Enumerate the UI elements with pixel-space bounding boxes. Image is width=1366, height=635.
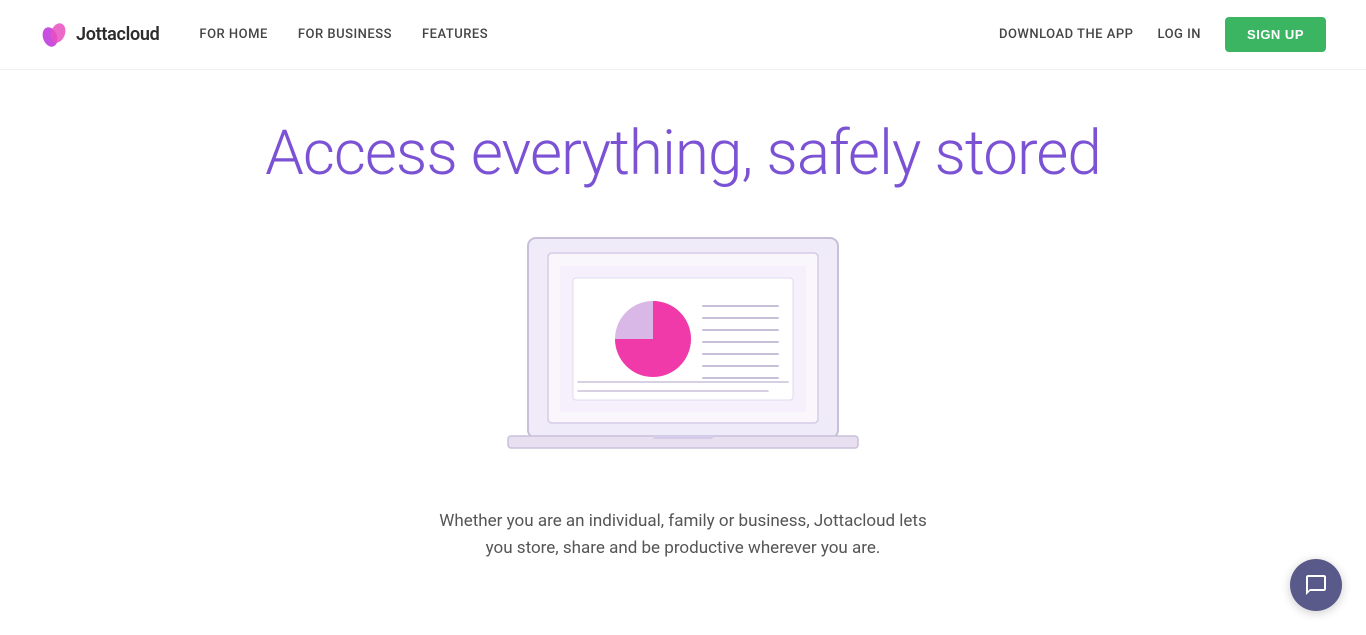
laptop-svg <box>498 228 868 468</box>
hero-subtext-line1: Whether you are an individual, family or… <box>439 511 926 531</box>
hero-subtext: Whether you are an individual, family or… <box>439 508 926 562</box>
login-link[interactable]: LOG IN <box>1157 27 1201 42</box>
nav-for-home[interactable]: FOR HOME <box>199 27 267 42</box>
nav-right: DOWNLOAD THE APP LOG IN SIGN UP <box>999 17 1326 52</box>
laptop-illustration <box>498 228 868 468</box>
hero-title: Access everything, safely stored <box>265 120 1101 188</box>
download-app-link[interactable]: DOWNLOAD THE APP <box>999 27 1134 42</box>
signup-button[interactable]: SIGN UP <box>1225 17 1326 52</box>
logo-link[interactable]: Jottacloud <box>40 21 159 49</box>
hero-subtext-line2: you store, share and be productive where… <box>486 538 881 558</box>
logo-text: Jottacloud <box>76 24 159 45</box>
hero-section: Access everything, safely stored <box>0 70 1366 593</box>
nav-for-business[interactable]: FOR BUSINESS <box>298 27 392 42</box>
logo-icon <box>40 21 68 49</box>
nav-links: FOR HOME FOR BUSINESS FEATURES <box>199 27 999 42</box>
navbar: Jottacloud FOR HOME FOR BUSINESS FEATURE… <box>0 0 1366 70</box>
chat-icon <box>1304 573 1328 597</box>
nav-features[interactable]: FEATURES <box>422 27 488 42</box>
chat-button[interactable] <box>1290 559 1342 611</box>
